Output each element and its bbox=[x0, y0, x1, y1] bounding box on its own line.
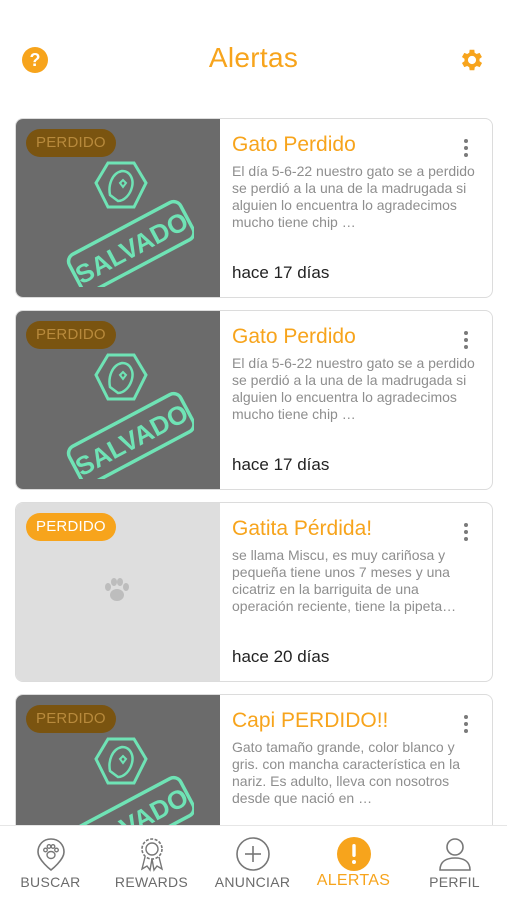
page-title: Alertas bbox=[208, 42, 299, 73]
alert-image-placeholder: PERDIDO bbox=[16, 503, 220, 681]
alert-circle-icon bbox=[336, 837, 371, 871]
alert-description: El día 5-6-22 nuestro gato se a perdido … bbox=[232, 163, 475, 230]
alert-image: PERDIDO SALVADO bbox=[16, 311, 220, 489]
paw-icon bbox=[105, 578, 129, 601]
more-vertical-icon[interactable] bbox=[462, 523, 470, 543]
tab-rewards[interactable]: REWARDS bbox=[101, 826, 202, 900]
alert-description: Gato tamaño grande, color blanco y gris.… bbox=[232, 739, 460, 806]
alert-card[interactable]: PERDIDO SALVADO Gato Perdido El día 5-6-… bbox=[15, 118, 493, 298]
alert-description: El día 5-6-22 nuestro gato se a perdido … bbox=[232, 355, 475, 422]
alert-title: Gato Perdido bbox=[232, 325, 356, 348]
saved-stamp-icon: SALVADO bbox=[66, 353, 194, 479]
alert-info: Capi PERDIDO!! Gato tamaño grande, color… bbox=[232, 695, 492, 825]
user-icon bbox=[438, 838, 471, 871]
more-vertical-icon[interactable] bbox=[462, 331, 470, 351]
more-vertical-icon[interactable] bbox=[462, 715, 470, 735]
alert-age: hace 17 días bbox=[232, 263, 330, 282]
paw-pin-icon bbox=[36, 838, 65, 872]
alert-card[interactable]: PERDIDO SALVADO Gato Perdido El día 5-6-… bbox=[15, 310, 493, 490]
status-badge: PERDIDO bbox=[26, 321, 116, 349]
alert-info: Gatita Pérdida! se llama Miscu, es muy c… bbox=[232, 503, 492, 681]
tab-anunciar[interactable]: ANUNCIAR bbox=[202, 826, 303, 900]
saved-stamp-icon: SALVADO bbox=[66, 737, 194, 825]
alert-title: Gatita Pérdida! bbox=[232, 517, 373, 540]
alert-title: Gato Perdido bbox=[232, 133, 356, 156]
status-badge: PERDIDO bbox=[26, 129, 116, 157]
alert-card[interactable]: PERDIDO Gatita Pérdida! se llama Miscu, … bbox=[15, 502, 493, 682]
saved-stamp-icon: SALVADO bbox=[66, 161, 194, 287]
alert-age: hace 17 días bbox=[232, 455, 330, 474]
header: ? Alertas bbox=[0, 0, 507, 110]
tab-perfil[interactable]: PERFIL bbox=[404, 826, 505, 900]
gear-icon[interactable] bbox=[458, 46, 486, 74]
more-vertical-icon[interactable] bbox=[462, 139, 470, 159]
status-badge: PERDIDO bbox=[26, 705, 116, 733]
alerts-list[interactable]: PERDIDO SALVADO Gato Perdido El día 5-6-… bbox=[15, 118, 493, 825]
tab-label: PERFIL bbox=[429, 874, 480, 890]
tab-buscar[interactable]: BUSCAR bbox=[0, 826, 101, 900]
plus-circle-icon bbox=[235, 837, 270, 871]
stamp-label: SALVADO bbox=[70, 782, 193, 825]
tab-label: REWARDS bbox=[114, 874, 189, 890]
tab-bar: BUSCAR REWARDS ANUNCIAR ALERTAS PERFIL bbox=[0, 825, 507, 900]
tab-label: BUSCAR bbox=[20, 874, 81, 890]
alert-card[interactable]: PERDIDO SALVADO Capi PERDIDO!! Gato tama… bbox=[15, 694, 493, 825]
tab-alertas[interactable]: ALERTAS bbox=[303, 826, 404, 900]
alert-info: Gato Perdido El día 5-6-22 nuestro gato … bbox=[232, 119, 492, 297]
alert-info: Gato Perdido El día 5-6-22 nuestro gato … bbox=[232, 311, 492, 489]
alert-age: hace 20 días bbox=[232, 647, 330, 666]
alert-title: Capi PERDIDO!! bbox=[232, 709, 389, 732]
alert-image: PERDIDO SALVADO bbox=[16, 119, 220, 297]
award-icon bbox=[140, 838, 163, 872]
alert-description: se llama Miscu, es muy cariñosa y pequeñ… bbox=[232, 547, 457, 614]
status-badge: PERDIDO bbox=[26, 513, 116, 541]
alert-image: PERDIDO SALVADO bbox=[16, 695, 220, 825]
tab-label: ANUNCIAR bbox=[214, 874, 291, 890]
tab-label: ALERTAS bbox=[316, 872, 391, 889]
app: ? Alertas PERDIDO SALVADO Gato Perdido E… bbox=[0, 0, 507, 900]
